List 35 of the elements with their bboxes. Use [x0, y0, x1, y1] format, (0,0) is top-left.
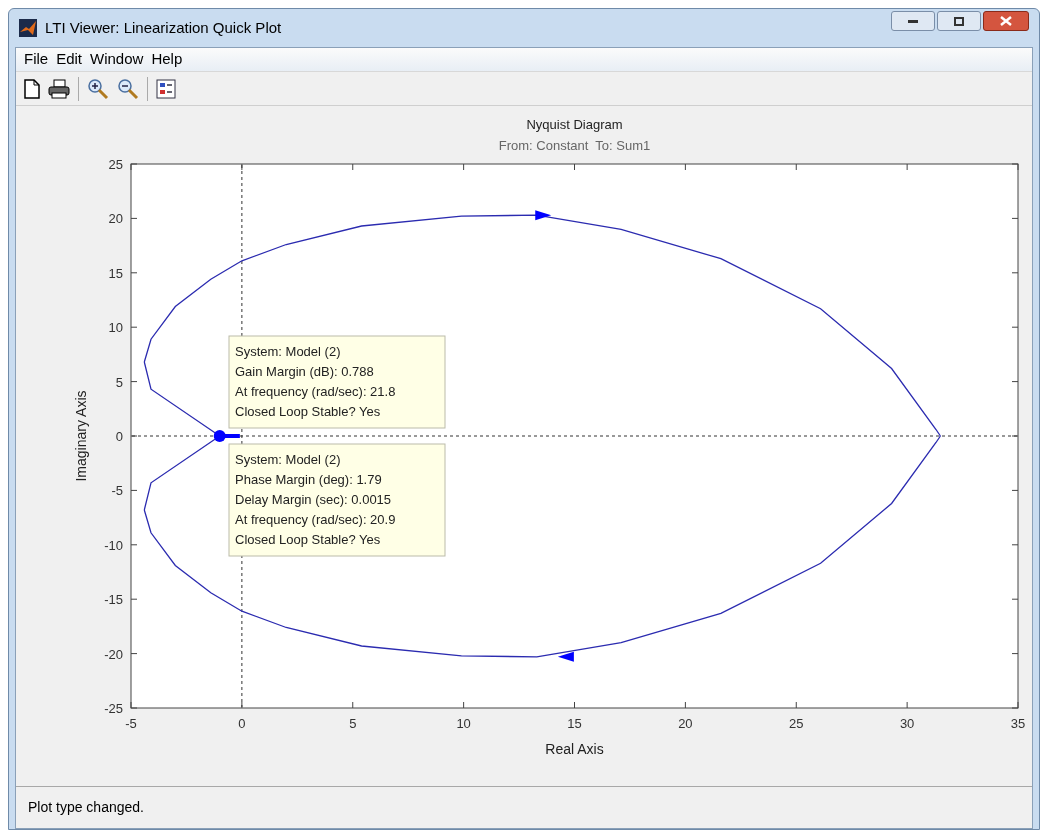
- x-tick-label: 0: [238, 716, 246, 731]
- window-title: LTI Viewer: Linearization Quick Plot: [45, 17, 282, 38]
- data-tip-text: Phase Margin (deg): 1.79: [235, 472, 382, 487]
- data-tip-text: Closed Loop Stable? Yes: [235, 404, 381, 419]
- y-tick-label: 20: [108, 211, 123, 227]
- x-tick-label: -5: [125, 716, 137, 731]
- y-tick-label: -5: [111, 483, 123, 499]
- x-tick-label: 30: [899, 716, 915, 731]
- x-tick-label: 25: [789, 716, 804, 731]
- data-tip-text: Closed Loop Stable? Yes: [235, 532, 381, 547]
- data-tip-text: Delay Margin (sec): 0.0015: [235, 492, 392, 507]
- data-tip-text: System: Model (2): [235, 452, 341, 467]
- chart-subtitle: From: Constant To: Sum1: [498, 138, 651, 153]
- data-tip-text: At frequency (rad/sec): 20.9: [235, 512, 396, 527]
- y-tick-label: 10: [108, 320, 123, 336]
- x-tick-label: 15: [567, 716, 582, 731]
- x-tick-label: 10: [456, 716, 471, 731]
- y-tick-label: -10: [104, 537, 123, 553]
- y-tick-label: -25: [104, 701, 123, 716]
- data-tip-text: System: Model (2): [235, 344, 341, 359]
- x-tick-label: 5: [349, 716, 357, 731]
- y-tick-label: -20: [104, 646, 123, 662]
- chart-title: Nyquist Diagram: [526, 117, 623, 132]
- status-text: Plot type changed.: [28, 798, 144, 817]
- y-axis-label: Imaginary Axis: [73, 390, 89, 482]
- y-tick-label: 15: [108, 265, 123, 281]
- x-axis-label: Real Axis: [545, 741, 604, 757]
- x-tick-label: 35: [1010, 716, 1026, 731]
- y-tick-label: 5: [115, 374, 123, 390]
- data-tip-text: Gain Margin (dB): 0.788: [235, 364, 374, 379]
- y-tick-label: 0: [115, 429, 123, 444]
- y-tick-label: -15: [104, 592, 123, 608]
- y-tick-label: 25: [108, 157, 123, 172]
- data-tip-text: At frequency (rad/sec): 21.8: [235, 384, 396, 399]
- x-tick-label: 20: [678, 716, 693, 731]
